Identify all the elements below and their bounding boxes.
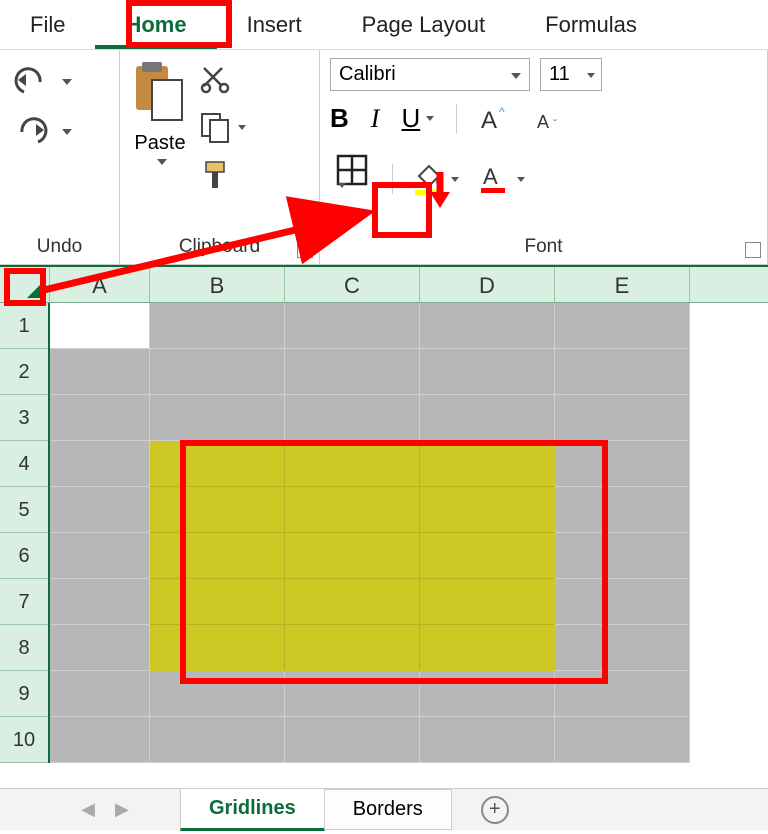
col-header-e[interactable]: E	[555, 267, 690, 302]
redo-button[interactable]	[10, 116, 72, 148]
undo-button[interactable]	[10, 66, 72, 98]
bold-button[interactable]: B	[330, 103, 349, 134]
tab-insert[interactable]: Insert	[217, 0, 332, 49]
tab-formulas[interactable]: Formulas	[515, 0, 667, 49]
col-header-b[interactable]: B	[150, 267, 285, 302]
paste-dropdown-icon[interactable]	[157, 159, 167, 165]
highlighted-range	[150, 441, 555, 671]
row-header-1[interactable]: 1	[0, 303, 48, 349]
paintbrush-icon	[198, 158, 232, 192]
increase-font-button[interactable]: A^	[479, 104, 513, 134]
scissors-icon	[198, 62, 232, 96]
sheet-nav-prev[interactable]: ◀	[81, 799, 95, 820]
col-header-d[interactable]: D	[420, 267, 555, 302]
undo-dropdown-icon[interactable]	[62, 79, 72, 85]
font-color-icon: A	[477, 162, 511, 196]
col-header-a[interactable]: A	[50, 267, 150, 302]
font-name-select[interactable]: Calibri	[330, 58, 530, 91]
font-size-select[interactable]: 11	[540, 58, 602, 91]
format-painter-button[interactable]	[198, 158, 246, 192]
svg-text:A: A	[481, 107, 497, 134]
row-header-9[interactable]: 9	[0, 671, 48, 717]
paint-bucket-icon	[411, 162, 445, 196]
fill-color-button[interactable]	[411, 162, 459, 196]
col-header-c[interactable]: C	[285, 267, 420, 302]
row-header-3[interactable]: 3	[0, 395, 48, 441]
sheet-tab-borders[interactable]: Borders	[324, 789, 452, 830]
row-header-2[interactable]: 2	[0, 349, 48, 395]
row-header-5[interactable]: 5	[0, 487, 48, 533]
redo-dropdown-icon[interactable]	[62, 129, 72, 135]
add-sheet-button[interactable]: +	[481, 796, 509, 824]
paste-button[interactable]: Paste	[130, 58, 190, 165]
sheet-nav-next[interactable]: ▶	[115, 799, 129, 820]
group-label-font: Font	[330, 236, 757, 258]
group-label-undo: Undo	[10, 236, 109, 258]
underline-button[interactable]: U	[401, 103, 434, 134]
svg-text:ˇ: ˇ	[553, 117, 557, 131]
cell-area[interactable]	[50, 303, 768, 763]
tab-file[interactable]: File	[0, 0, 95, 49]
svg-text:A: A	[537, 112, 549, 132]
font-launcher[interactable]	[745, 242, 761, 258]
copy-button[interactable]	[198, 110, 246, 144]
borders-button[interactable]	[330, 148, 374, 210]
tab-page-layout[interactable]: Page Layout	[332, 0, 516, 49]
copy-icon	[198, 110, 232, 144]
row-header-7[interactable]: 7	[0, 579, 48, 625]
svg-text:A: A	[483, 164, 498, 189]
svg-text:^: ^	[499, 105, 505, 119]
clipboard-icon	[130, 58, 190, 128]
row-header-6[interactable]: 6	[0, 533, 48, 579]
select-all-triangle[interactable]	[0, 267, 50, 302]
paste-label: Paste	[134, 132, 185, 155]
clipboard-launcher[interactable]	[297, 242, 313, 258]
tab-home[interactable]: Home	[95, 0, 216, 49]
row-header-8[interactable]: 8	[0, 625, 48, 671]
cut-button[interactable]	[198, 62, 246, 96]
borders-icon	[334, 152, 370, 188]
group-label-clipboard: Clipboard	[130, 236, 309, 258]
decrease-font-button[interactable]: Aˇ	[535, 104, 569, 134]
row-header-4[interactable]: 4	[0, 441, 48, 487]
sheet-tab-gridlines[interactable]: Gridlines	[180, 788, 325, 831]
font-color-button[interactable]: A	[477, 162, 525, 196]
italic-button[interactable]: I	[371, 104, 380, 134]
row-header-10[interactable]: 10	[0, 717, 48, 763]
